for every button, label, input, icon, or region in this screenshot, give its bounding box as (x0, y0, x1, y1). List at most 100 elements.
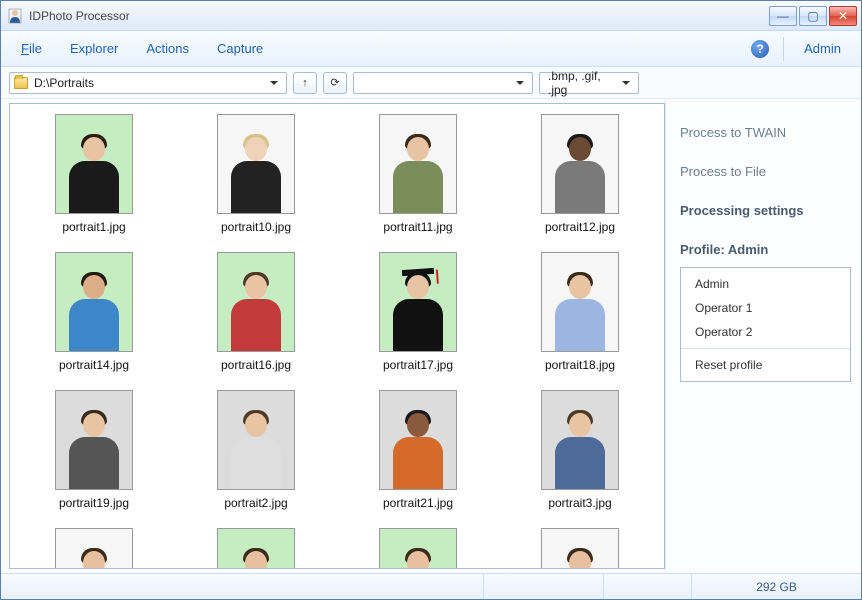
thumbnail-image (379, 390, 457, 490)
menu-capture[interactable]: Capture (203, 35, 277, 62)
person-silhouette (388, 549, 448, 568)
menu-separator (783, 37, 784, 61)
menu-admin[interactable]: Admin (790, 35, 855, 62)
filetype-text: .bmp, .gif, .jpg (544, 69, 618, 97)
window-controls: — ▢ ✕ (769, 6, 857, 26)
person-silhouette (64, 411, 124, 489)
thumbnail-item[interactable]: portrait1.jpg (24, 114, 164, 234)
thumbnail-image (379, 528, 457, 568)
thumbnail-image (55, 114, 133, 214)
thumbnail-label: portrait14.jpg (59, 358, 129, 372)
profile-label[interactable]: Profile: Admin (680, 230, 851, 265)
person-silhouette (388, 135, 448, 213)
person-silhouette (64, 549, 124, 568)
thumbnail-item[interactable] (510, 528, 650, 568)
thumbnail-item[interactable]: portrait21.jpg (348, 390, 488, 510)
titlebar: IDPhoto Processor — ▢ ✕ (1, 1, 861, 31)
thumbnail-item[interactable]: portrait10.jpg (186, 114, 326, 234)
arrow-up-icon: ↑ (302, 77, 308, 89)
chevron-down-icon (622, 81, 630, 85)
thumbnail-item[interactable]: portrait18.jpg (510, 252, 650, 372)
help-icon[interactable]: ? (751, 40, 769, 58)
side-panel: Process to TWAIN Process to File Process… (665, 99, 861, 573)
person-silhouette (226, 549, 286, 568)
thumbnail-item[interactable] (348, 528, 488, 568)
process-to-twain-link[interactable]: Process to TWAIN (680, 113, 851, 152)
person-silhouette (388, 411, 448, 489)
person-silhouette (388, 273, 448, 351)
person-silhouette (550, 273, 610, 351)
thumbnail-label: portrait19.jpg (59, 496, 129, 510)
chevron-down-icon (516, 81, 524, 85)
thumbnail-item[interactable]: portrait12.jpg (510, 114, 650, 234)
refresh-button[interactable]: ⟳ (323, 72, 347, 94)
person-silhouette (64, 135, 124, 213)
thumbnail-label: portrait3.jpg (548, 496, 611, 510)
menu-file[interactable]: File (7, 35, 56, 62)
person-silhouette (226, 273, 286, 351)
filetype-dropdown[interactable]: .bmp, .gif, .jpg (539, 72, 639, 94)
thumbnail-label: portrait10.jpg (221, 220, 291, 234)
thumbnail-label: portrait18.jpg (545, 358, 615, 372)
folder-icon (14, 77, 28, 89)
thumbnail-image (217, 528, 295, 568)
processing-settings-link[interactable]: Processing settings (680, 191, 851, 230)
thumbnail-label: portrait17.jpg (383, 358, 453, 372)
thumbnail-item[interactable]: portrait17.jpg (348, 252, 488, 372)
thumbnail-gallery[interactable]: portrait1.jpg portrait10.jpg portrait11.jp… (10, 104, 664, 568)
profile-current: Admin (728, 242, 768, 257)
menu-separator (681, 348, 850, 349)
profile-menu-item[interactable]: Admin (681, 272, 850, 296)
thumbnail-image (55, 528, 133, 568)
thumbnail-image (217, 252, 295, 352)
up-folder-button[interactable]: ↑ (293, 72, 317, 94)
main-content: portrait1.jpg portrait10.jpg portrait11.jp… (1, 99, 861, 573)
thumbnail-image (541, 528, 619, 568)
thumbnail-label: portrait16.jpg (221, 358, 291, 372)
status-cell-1 (483, 574, 603, 599)
profile-menu: AdminOperator 1Operator 2 Reset profile (680, 267, 851, 382)
close-icon: ✕ (838, 9, 848, 23)
thumbnail-image (541, 114, 619, 214)
thumbnail-image (217, 114, 295, 214)
person-silhouette (550, 411, 610, 489)
refresh-icon: ⟳ (330, 76, 339, 89)
menu-explorer[interactable]: Explorer (56, 35, 132, 62)
profile-menu-item[interactable]: Operator 2 (681, 320, 850, 344)
thumbnail-image (379, 114, 457, 214)
path-text: D:\Portraits (34, 76, 266, 90)
toolbar: D:\Portraits ↑ ⟳ .bmp, .gif, .jpg (1, 67, 861, 99)
person-silhouette (226, 411, 286, 489)
thumbnail-label: portrait2.jpg (224, 496, 287, 510)
thumbnail-item[interactable] (186, 528, 326, 568)
thumbnail-image (55, 390, 133, 490)
thumbnail-item[interactable] (24, 528, 164, 568)
thumbnail-item[interactable]: portrait3.jpg (510, 390, 650, 510)
thumbnail-item[interactable]: portrait11.jpg (348, 114, 488, 234)
thumbnail-image (541, 390, 619, 490)
minimize-button[interactable]: — (769, 6, 797, 26)
person-silhouette (550, 135, 610, 213)
thumbnail-item[interactable]: portrait14.jpg (24, 252, 164, 372)
maximize-button[interactable]: ▢ (799, 6, 827, 26)
close-button[interactable]: ✕ (829, 6, 857, 26)
minimize-icon: — (777, 9, 789, 23)
thumbnail-item[interactable]: portrait19.jpg (24, 390, 164, 510)
thumbnail-label: portrait21.jpg (383, 496, 453, 510)
thumbnail-label: portrait12.jpg (545, 220, 615, 234)
path-dropdown[interactable]: D:\Portraits (9, 72, 287, 94)
thumbnail-image (217, 390, 295, 490)
statusbar: 292 GB (1, 573, 861, 599)
filter-dropdown[interactable] (353, 72, 533, 94)
thumbnail-label: portrait1.jpg (62, 220, 125, 234)
window-title: IDPhoto Processor (29, 9, 769, 23)
thumbnail-item[interactable]: portrait16.jpg (186, 252, 326, 372)
profile-menu-item[interactable]: Operator 1 (681, 296, 850, 320)
thumbnail-image (379, 252, 457, 352)
process-to-file-link[interactable]: Process to File (680, 152, 851, 191)
menubar: File Explorer Actions Capture ? Admin (1, 31, 861, 67)
thumbnail-item[interactable]: portrait2.jpg (186, 390, 326, 510)
menu-actions[interactable]: Actions (132, 35, 203, 62)
reset-profile-item[interactable]: Reset profile (681, 353, 850, 377)
chevron-down-icon (270, 81, 278, 85)
